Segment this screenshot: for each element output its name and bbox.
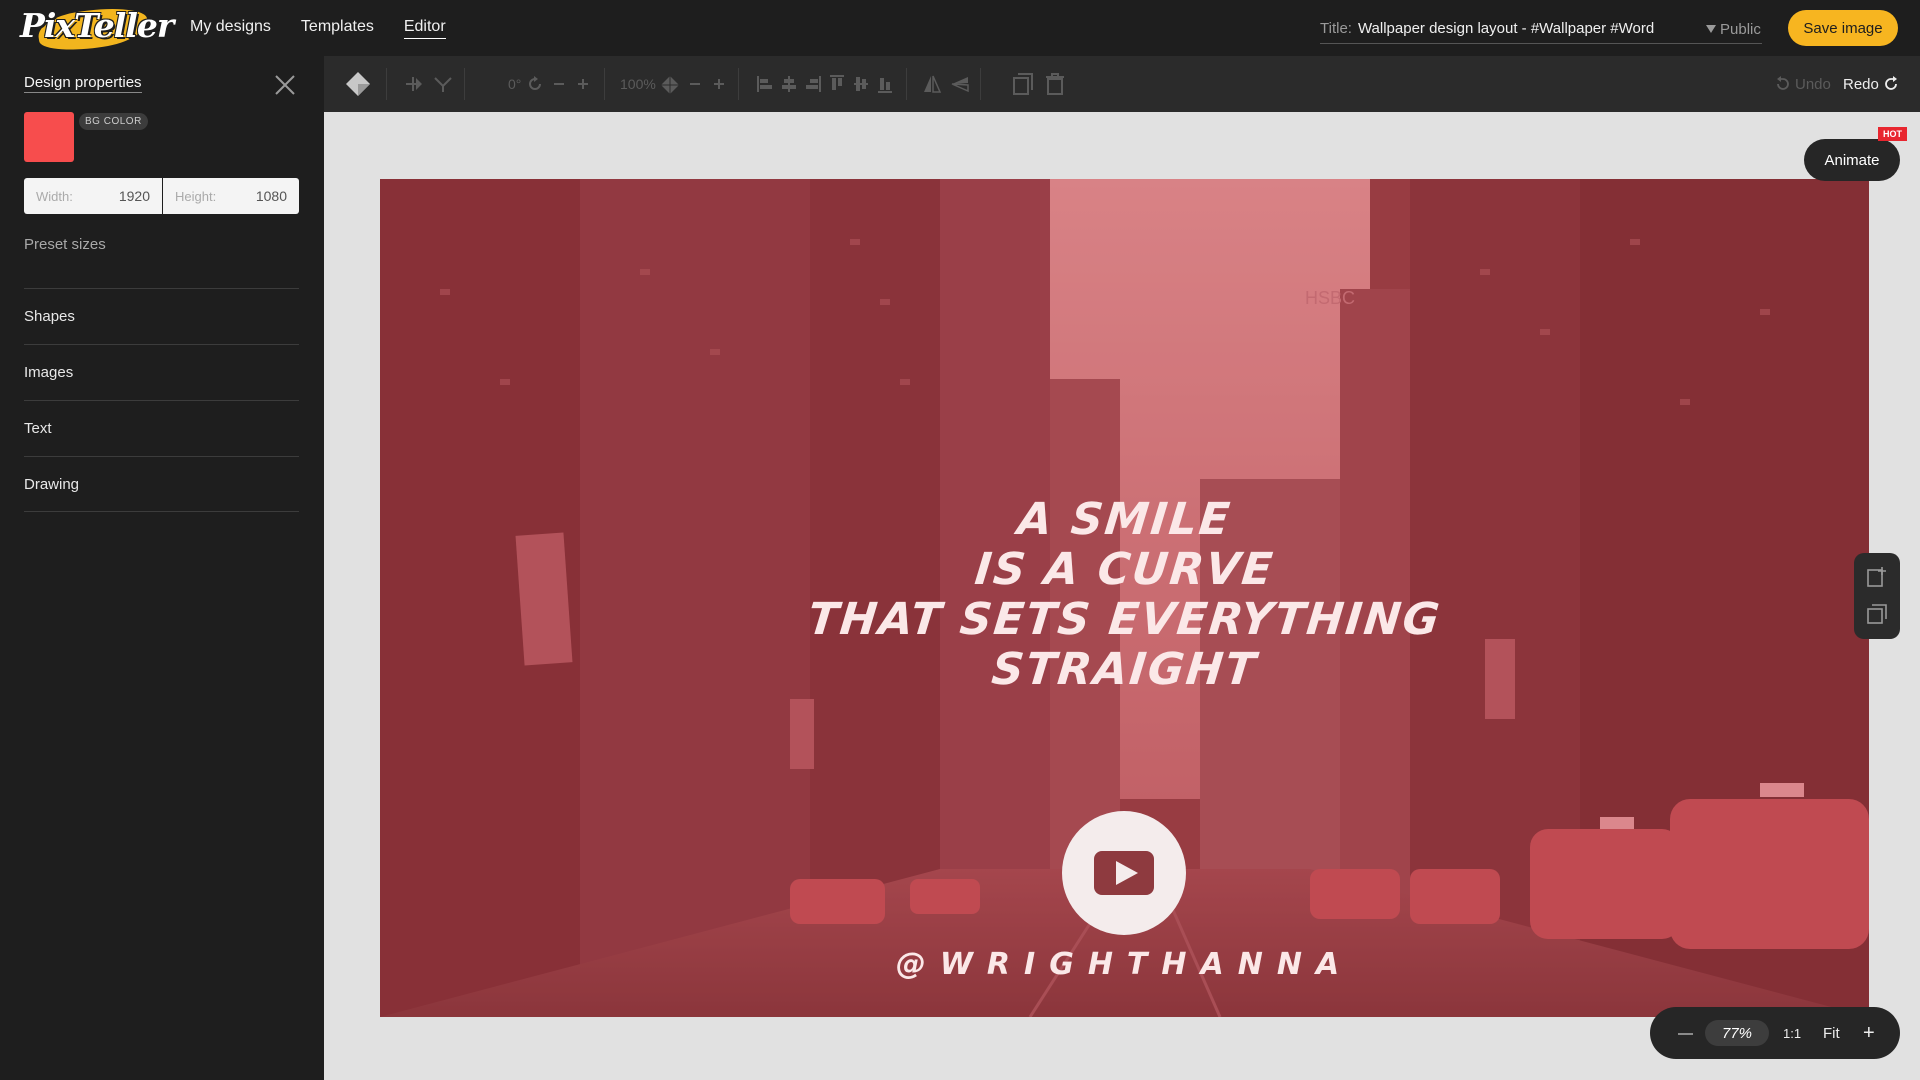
- redo-button[interactable]: Redo: [1843, 56, 1899, 112]
- duplicate-icon[interactable]: [1012, 72, 1034, 96]
- page-tools: [1854, 553, 1900, 639]
- duplicate-page-icon[interactable]: [1866, 603, 1888, 625]
- undo-label: Undo: [1795, 75, 1831, 93]
- quote-text[interactable]: A SMILE IS A CURVE THAT SETS EVERYTHING …: [380, 494, 1869, 695]
- hot-badge: HOT: [1878, 127, 1907, 141]
- align-top-icon[interactable]: [828, 74, 846, 94]
- nav-my-designs[interactable]: My designs: [190, 18, 271, 38]
- toolbar-divider: [386, 68, 387, 100]
- rotate-minus-icon[interactable]: [552, 75, 566, 93]
- handle-text[interactable]: @WRIGHTHANNA: [380, 947, 1869, 982]
- caret-down-icon: [1706, 25, 1716, 33]
- align-right-icon[interactable]: [804, 74, 822, 94]
- opacity-icon[interactable]: [660, 75, 680, 95]
- design-canvas[interactable]: HSBC A SMILE IS A CURVE THAT SETS EVERYT…: [380, 179, 1869, 1017]
- toolbar-divider: [906, 68, 907, 100]
- design-properties-panel: Design properties BG COLOR Width: 1920 H…: [0, 56, 324, 1080]
- undo-button[interactable]: Undo: [1775, 56, 1831, 112]
- menu-text[interactable]: Text: [24, 400, 299, 456]
- title-value[interactable]: Wallpaper design layout - #Wallpaper #Wo…: [1358, 20, 1654, 37]
- nav-templates[interactable]: Templates: [301, 18, 374, 38]
- save-image-button[interactable]: Save image: [1788, 10, 1898, 46]
- opacity-minus-icon[interactable]: [688, 75, 702, 93]
- zoom-control: — 77% 1:1 Fit +: [1650, 1007, 1900, 1059]
- flip-vertical-icon[interactable]: [950, 74, 970, 94]
- opacity-value[interactable]: 100%: [620, 56, 656, 112]
- visibility-label: Public: [1720, 20, 1761, 38]
- animate-button[interactable]: Animate: [1804, 139, 1900, 181]
- quote-line: THAT SETS EVERYTHING: [805, 594, 1444, 645]
- main-nav: My designs Templates Editor: [190, 0, 446, 56]
- toolbar-divider: [980, 68, 981, 100]
- close-icon[interactable]: [273, 73, 297, 97]
- bg-color-label: BG COLOR: [79, 113, 148, 130]
- add-page-icon[interactable]: [1866, 566, 1888, 588]
- panel-title: Design properties: [24, 74, 142, 93]
- nav-editor[interactable]: Editor: [403, 18, 446, 39]
- play-icon: [1094, 851, 1154, 895]
- toolbar-divider: [738, 68, 739, 100]
- visibility-dropdown[interactable]: Public: [1706, 14, 1761, 44]
- zoom-in-button[interactable]: +: [1863, 1007, 1875, 1059]
- align-center-icon[interactable]: [780, 74, 798, 94]
- undo-icon: [1777, 76, 1789, 90]
- width-value: 1920: [118, 188, 150, 204]
- quote-line: STRAIGHT: [989, 644, 1260, 695]
- align-bottom-icon[interactable]: [876, 74, 894, 94]
- rotate-plus-icon[interactable]: [576, 75, 590, 93]
- quote-line: IS A CURVE: [972, 544, 1277, 595]
- height-field[interactable]: Height: 1080: [163, 178, 299, 214]
- bg-color-swatch[interactable]: [24, 112, 74, 162]
- opacity-plus-icon[interactable]: [712, 75, 726, 93]
- play-button-element[interactable]: [1062, 811, 1186, 935]
- width-label: Width:: [36, 188, 73, 204]
- zoom-fit-button[interactable]: Fit: [1823, 1007, 1840, 1059]
- logo-text: PixTeller: [20, 6, 174, 45]
- side-menu: Shapes Images Text Drawing: [24, 288, 299, 512]
- layers-icon[interactable]: [344, 70, 372, 98]
- design-title-field[interactable]: Title: Wallpaper design layout - #Wallpa…: [1320, 14, 1762, 44]
- menu-images[interactable]: Images: [24, 344, 299, 400]
- align-middle-icon[interactable]: [852, 74, 870, 94]
- send-backward-icon[interactable]: [432, 74, 454, 94]
- height-value: 1080: [255, 188, 287, 204]
- top-bar: PixTeller My designs Templates Editor Ti…: [0, 0, 1920, 56]
- title-label: Title:: [1320, 20, 1352, 37]
- pixteller-logo[interactable]: PixTeller: [20, 2, 174, 56]
- align-left-icon[interactable]: [756, 74, 774, 94]
- editor-toolbar: 0° 100% Undo Redo: [324, 56, 1920, 112]
- menu-drawing[interactable]: Drawing: [24, 456, 299, 512]
- rotation-value[interactable]: 0°: [508, 56, 521, 112]
- toolbar-divider: [604, 68, 605, 100]
- quote-line: A SMILE: [1015, 494, 1234, 545]
- preset-sizes-link[interactable]: Preset sizes: [24, 236, 106, 253]
- toolbar-divider: [464, 68, 465, 100]
- zoom-out-button[interactable]: —: [1678, 1007, 1693, 1059]
- rotate-icon[interactable]: [526, 75, 544, 93]
- bring-forward-icon[interactable]: [402, 74, 424, 94]
- flip-horizontal-icon[interactable]: [922, 74, 942, 94]
- height-label: Height:: [175, 188, 217, 204]
- menu-shapes[interactable]: Shapes: [24, 288, 299, 344]
- trash-icon[interactable]: [1044, 72, 1066, 96]
- redo-icon: [1884, 76, 1897, 90]
- width-field[interactable]: Width: 1920: [24, 178, 162, 214]
- redo-label: Redo: [1843, 75, 1879, 93]
- zoom-1-1-button[interactable]: 1:1: [1783, 1007, 1801, 1059]
- zoom-level[interactable]: 77%: [1705, 1020, 1769, 1046]
